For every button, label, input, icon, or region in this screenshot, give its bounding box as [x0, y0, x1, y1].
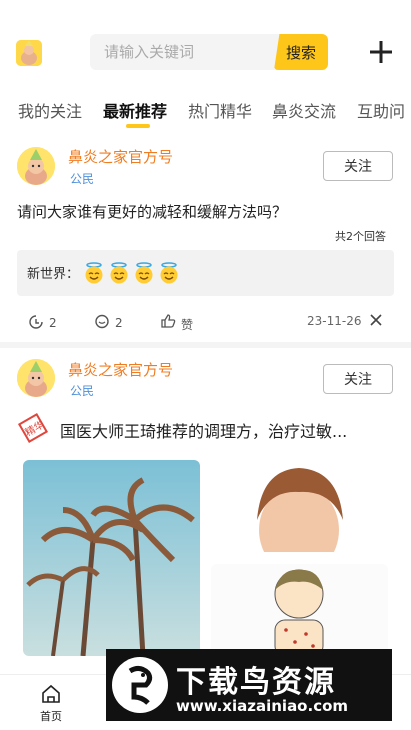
nav-home[interactable]: 首页: [21, 683, 81, 724]
post-image-cartoon-rash[interactable]: [211, 564, 388, 656]
search-bar: 搜索: [90, 34, 328, 70]
tab-latest[interactable]: 最新推荐: [103, 98, 167, 122]
tab-rhinitis[interactable]: 鼻炎交流: [272, 98, 336, 122]
featured-badge: 精华: [17, 412, 49, 444]
bird-logo-icon: [112, 657, 168, 713]
palm-trees-image: [23, 460, 200, 656]
mascot-icon: [17, 359, 55, 397]
close-icon[interactable]: [369, 313, 383, 327]
avatar[interactable]: [17, 359, 55, 397]
halo-smile-emoji: [110, 262, 128, 284]
category-tabs: 我的关注 最新推荐 热门精华 鼻炎交流 互助问: [0, 92, 411, 132]
post-image-child-head[interactable]: [211, 460, 388, 552]
mascot-icon: [16, 40, 42, 66]
comment-icon[interactable]: [94, 314, 110, 330]
status-time: 3:30: [8, 4, 42, 22]
home-icon: [42, 684, 60, 703]
watermark-title: 下载鸟资源: [176, 665, 336, 700]
status-bar: 3:30: [0, 0, 411, 28]
plus-icon[interactable]: [367, 38, 395, 66]
follow-button[interactable]: 关注: [323, 364, 393, 394]
child-head-image: [211, 460, 388, 552]
answer-author: 新世界：: [27, 267, 80, 282]
tab-following[interactable]: 我的关注: [18, 98, 82, 122]
answer-preview[interactable]: 新世界：: [17, 250, 394, 296]
watermark-url: www.xiazainiao.com: [176, 697, 349, 715]
post-image-palm-trees[interactable]: [23, 460, 200, 656]
author-role: 公民: [70, 172, 95, 186]
tab-hot[interactable]: 热门精华: [188, 98, 252, 122]
active-tab-indicator: [126, 124, 150, 128]
post-question[interactable]: 请问大家谁有更好的减轻和缓解方法吗？: [17, 201, 287, 222]
author-name[interactable]: 鼻炎之家官方号: [68, 146, 173, 167]
tab-mutual-help[interactable]: 互助问: [357, 98, 405, 122]
nav-home-label: 首页: [40, 710, 62, 723]
halo-smile-emoji: [85, 262, 103, 284]
post-title[interactable]: 国医大师王琦推荐的调理方，治疗过敏...: [60, 418, 347, 442]
comment-count: 2: [115, 316, 123, 330]
bird-icon: [114, 659, 166, 711]
avatar[interactable]: [17, 147, 55, 185]
status-icons: [363, 8, 395, 21]
app-screen: 3:30 搜索 我的关注 最新推荐 热门精华 鼻炎交流 互: [0, 0, 411, 730]
top-header: 搜索: [0, 30, 411, 76]
watermark-banner: 下载鸟资源 www.xiazainiao.com: [106, 649, 392, 721]
post-date: 23-11-26: [307, 314, 362, 328]
halo-smile-emoji: [160, 262, 178, 284]
search-button[interactable]: 搜索: [274, 34, 328, 70]
answer-count[interactable]: 共2个回答: [335, 228, 386, 244]
app-logo[interactable]: [16, 40, 42, 66]
thumbs-up-icon[interactable]: [160, 313, 176, 329]
author-name[interactable]: 鼻炎之家官方号: [68, 359, 173, 380]
mascot-icon: [17, 147, 55, 185]
share-icon[interactable]: [28, 314, 44, 330]
section-divider: [0, 342, 411, 348]
share-count: 2: [49, 316, 57, 330]
search-input[interactable]: [90, 34, 270, 70]
like-label[interactable]: 赞: [181, 316, 193, 333]
follow-button[interactable]: 关注: [323, 151, 393, 181]
cartoon-boy-image: [211, 564, 388, 656]
author-role: 公民: [70, 384, 95, 398]
halo-smile-emoji: [135, 262, 153, 284]
